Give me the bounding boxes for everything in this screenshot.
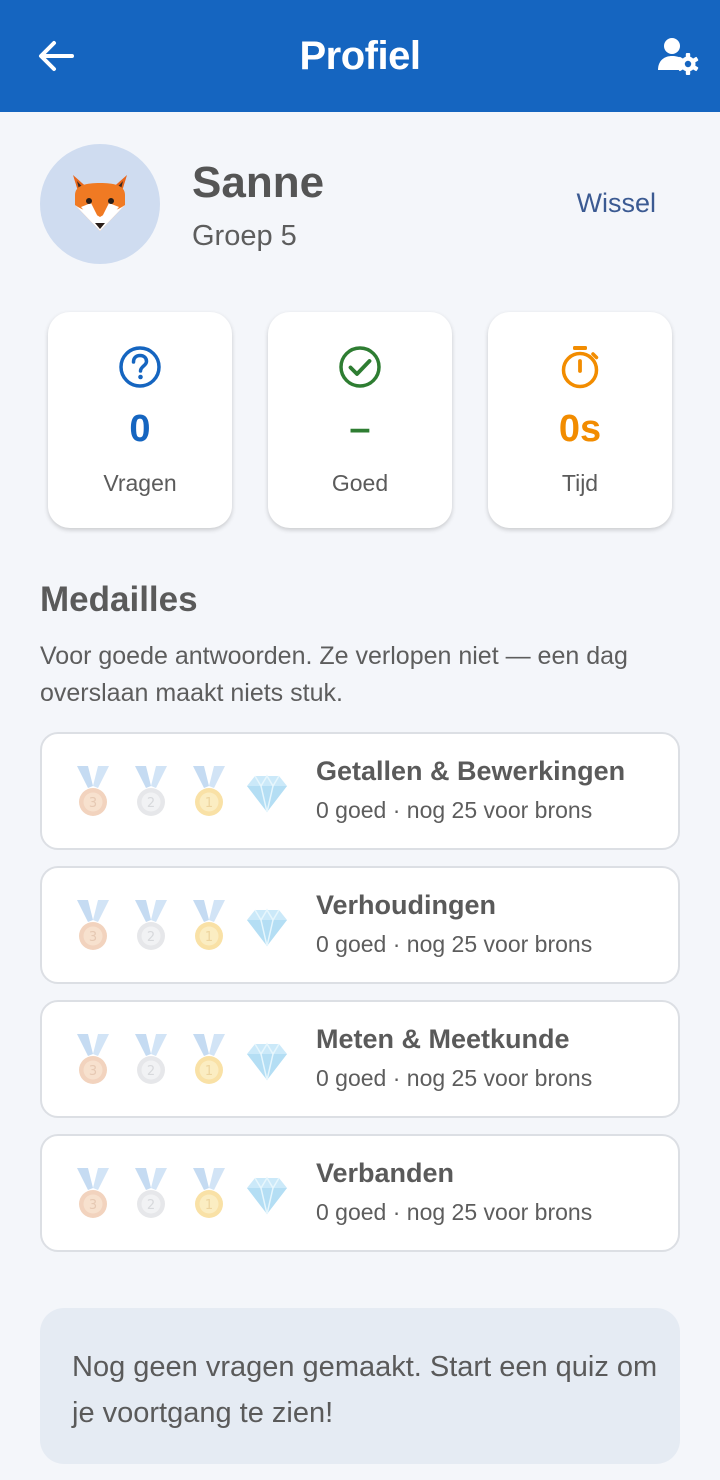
medals-section-description: Voor goede antwoorden. Ze verlopen niet … — [40, 642, 628, 707]
svg-text:1: 1 — [205, 1064, 213, 1079]
silver-medal-icon: 2 — [135, 766, 167, 816]
diamond-icon — [247, 1176, 287, 1215]
medal-card-subtitle: 0 goed · nog 25 voor brons — [316, 1199, 593, 1225]
medal-card-getallen[interactable]: 3 2 1 Getallen & Bewerkingen 0 goed · no… — [40, 732, 680, 850]
silver-medal-icon: 2 — [135, 900, 167, 950]
bronze-medal-icon: 3 — [77, 1168, 109, 1218]
stat-value-time: 0s — [558, 408, 602, 450]
stat-card-questions: 0 Vragen — [48, 312, 232, 528]
svg-text:1: 1 — [205, 1198, 213, 1213]
stat-label-correct: Goed — [331, 470, 389, 496]
diamond-icon — [247, 774, 287, 813]
app-bar: Profiel — [0, 0, 720, 112]
user-settings-icon — [658, 38, 699, 75]
svg-text:3: 3 — [89, 930, 97, 945]
profile-name: Sanne — [192, 158, 325, 207]
svg-text:2: 2 — [147, 1064, 155, 1079]
silver-medal-icon: 2 — [135, 1034, 167, 1084]
medal-card-verhoudingen[interactable]: 3 2 1 Verhoudingen 0 goed · nog 25 voor … — [40, 866, 680, 984]
page-title: Profiel — [299, 33, 421, 78]
diamond-icon — [247, 1042, 287, 1081]
svg-text:1: 1 — [205, 930, 213, 945]
svg-text:3: 3 — [89, 1198, 97, 1213]
gold-medal-icon: 1 — [193, 1034, 225, 1084]
stopwatch-icon — [561, 346, 599, 389]
gold-medal-icon: 1 — [193, 766, 225, 816]
gold-medal-icon: 1 — [193, 900, 225, 950]
back-button[interactable] — [28, 28, 84, 84]
medal-card-subtitle: 0 goed · nog 25 voor brons — [316, 931, 593, 957]
svg-text:2: 2 — [147, 796, 155, 811]
svg-text:1: 1 — [205, 796, 213, 811]
switch-profile-button[interactable]: Wissel — [577, 188, 657, 219]
bronze-medal-icon: 3 — [77, 900, 109, 950]
empty-state-text: Nog geen vragen gemaakt. Start een quiz … — [72, 1351, 658, 1429]
profile-header: Sanne Groep 5 Wissel — [40, 144, 680, 264]
svg-text:3: 3 — [89, 796, 97, 811]
question-circle-icon — [119, 346, 161, 388]
medal-card-meten[interactable]: 3 2 1 Meten & Meetkunde 0 goed · nog 25 … — [40, 1000, 680, 1118]
stat-label-time: Tijd — [561, 470, 599, 496]
arrow-left-icon — [39, 41, 74, 71]
bronze-medal-icon: 3 — [77, 1034, 109, 1084]
user-settings-button[interactable] — [650, 28, 706, 84]
bronze-medal-icon: 3 — [77, 766, 109, 816]
medal-card-title: Meten & Meetkunde — [316, 1024, 570, 1054]
medal-card-title: Verhoudingen — [316, 890, 497, 920]
medal-card-title: Getallen & Bewerkingen — [316, 756, 626, 786]
fox-icon — [73, 175, 127, 231]
medals-section-title: Medailles — [40, 580, 198, 619]
profile-group: Groep 5 — [192, 220, 297, 252]
medal-card-verbanden[interactable]: 3 2 1 Verbanden 0 goed · nog 25 voor bro… — [40, 1134, 680, 1252]
medal-card-subtitle: 0 goed · nog 25 voor brons — [316, 797, 593, 823]
svg-text:2: 2 — [147, 1198, 155, 1213]
stat-card-time: 0s Tijd — [488, 312, 672, 528]
empty-state-notice: Nog geen vragen gemaakt. Start een quiz … — [40, 1308, 680, 1464]
stat-card-correct: – Goed — [268, 312, 452, 528]
silver-medal-icon: 2 — [135, 1168, 167, 1218]
check-circle-icon — [339, 346, 381, 388]
svg-text:3: 3 — [89, 1064, 97, 1079]
svg-text:2: 2 — [147, 930, 155, 945]
diamond-icon — [247, 908, 287, 947]
stat-value-correct: – — [349, 408, 371, 450]
stat-label-questions: Vragen — [103, 470, 177, 496]
medal-card-subtitle: 0 goed · nog 25 voor brons — [316, 1065, 593, 1091]
medal-card-title: Verbanden — [316, 1158, 455, 1188]
avatar — [40, 144, 160, 264]
gold-medal-icon: 1 — [193, 1168, 225, 1218]
stat-value-questions: 0 — [129, 408, 151, 450]
